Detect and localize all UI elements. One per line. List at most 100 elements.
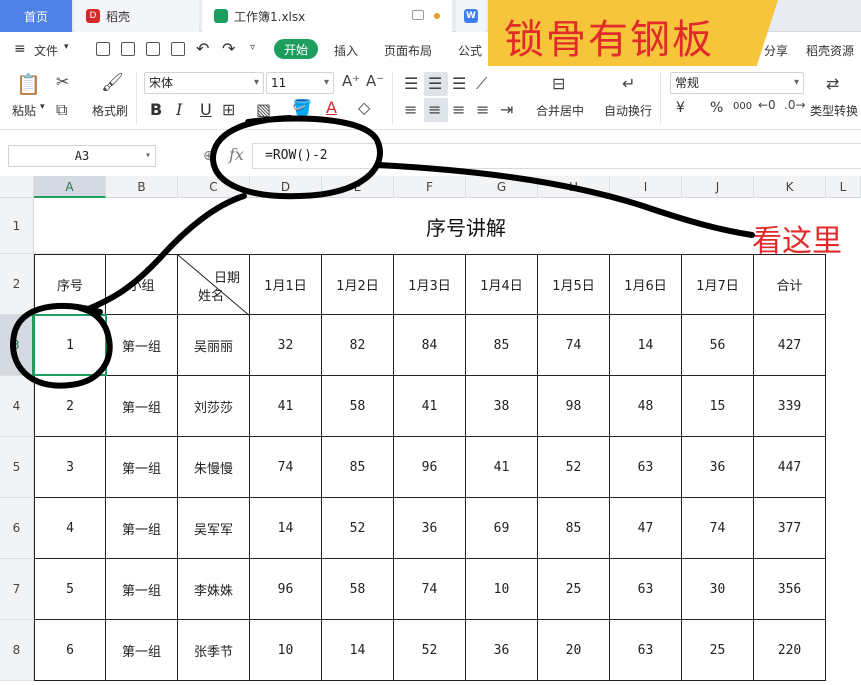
type-convert-icon[interactable]: ⇄ xyxy=(826,74,839,93)
formula-input[interactable]: =ROW()-2 xyxy=(252,143,861,169)
menu-formula[interactable]: 公式 xyxy=(458,42,482,59)
menu-share[interactable]: 分享 xyxy=(764,42,788,59)
col-header-i[interactable]: I xyxy=(610,176,682,198)
cell-seq[interactable]: 5 xyxy=(34,559,106,620)
wrap-text-button[interactable]: 自动换行 xyxy=(604,102,652,119)
paste-button[interactable]: 粘贴 xyxy=(12,102,36,119)
col-header-h[interactable]: H xyxy=(538,176,610,198)
format-painter-icon[interactable]: 🖌 xyxy=(101,72,124,93)
thousands-button[interactable]: 000 xyxy=(733,101,752,112)
menu-daoke-resources[interactable]: 稻壳资源 xyxy=(806,42,854,59)
cell-group[interactable]: 第一组 xyxy=(106,559,178,620)
underline-button[interactable]: U xyxy=(200,100,212,119)
align-left-icon[interactable]: ≡ xyxy=(404,100,417,119)
monitor-icon[interactable] xyxy=(412,10,424,20)
redo-icon[interactable]: ↷ xyxy=(222,39,235,58)
wrap-text-icon[interactable]: ↵ xyxy=(622,74,635,93)
paste-dropdown-icon[interactable]: ▾ xyxy=(40,102,45,112)
cell-group[interactable]: 第一组 xyxy=(106,498,178,559)
export-icon[interactable] xyxy=(121,42,135,56)
cell-name[interactable]: 吴丽丽 xyxy=(178,315,250,376)
cell-group[interactable]: 第一组 xyxy=(106,315,178,376)
chevron-down-icon[interactable]: ▾ xyxy=(64,42,69,52)
header-total[interactable]: 合计 xyxy=(754,254,826,315)
row-header-7[interactable]: 7 xyxy=(0,559,34,620)
select-all-corner[interactable] xyxy=(0,176,34,198)
header-group[interactable]: 小组 xyxy=(106,254,178,315)
align-middle-icon[interactable]: ☰ xyxy=(428,74,442,93)
col-header-b[interactable]: B xyxy=(106,176,178,198)
cell-seq[interactable]: 4 xyxy=(34,498,106,559)
row-header-5[interactable]: 5 xyxy=(0,437,34,498)
cell-total[interactable]: 427 xyxy=(754,315,826,376)
cell-value[interactable]: 10 xyxy=(250,620,322,681)
header-date[interactable]: 1月7日 xyxy=(682,254,754,315)
paste-icon[interactable]: 📋 xyxy=(16,72,41,96)
align-center-icon[interactable]: ≡ xyxy=(428,100,441,119)
col-header-f[interactable]: F xyxy=(394,176,466,198)
cell-value[interactable]: 63 xyxy=(610,559,682,620)
col-header-j[interactable]: J xyxy=(682,176,754,198)
col-header-c[interactable]: C xyxy=(178,176,250,198)
cell-value[interactable]: 52 xyxy=(538,437,610,498)
justify-icon[interactable]: ≡ xyxy=(476,100,489,119)
cell-value[interactable]: 63 xyxy=(610,437,682,498)
font-name-select[interactable]: 宋体 xyxy=(144,72,264,94)
col-header-k[interactable]: K xyxy=(754,176,826,198)
cell-value[interactable]: 48 xyxy=(610,376,682,437)
cell-value[interactable]: 96 xyxy=(250,559,322,620)
cell-total[interactable]: 220 xyxy=(754,620,826,681)
cell-name[interactable]: 张季节 xyxy=(178,620,250,681)
borders-icon[interactable]: ⊞ xyxy=(222,100,235,119)
increase-decimal-icon[interactable]: ←0 xyxy=(758,98,776,112)
cell-total[interactable]: 447 xyxy=(754,437,826,498)
merge-center-icon[interactable]: ⊟ xyxy=(552,74,565,93)
cell-name[interactable]: 吴军军 xyxy=(178,498,250,559)
number-format-select[interactable]: 常规 xyxy=(670,72,804,94)
row-header-6[interactable]: 6 xyxy=(0,498,34,559)
cell-value[interactable]: 85 xyxy=(466,315,538,376)
cell-value[interactable]: 41 xyxy=(250,376,322,437)
tab-writer[interactable]: W xyxy=(456,0,486,32)
menu-start[interactable]: 开始 xyxy=(274,39,318,59)
col-header-e[interactable]: E xyxy=(322,176,394,198)
font-size-select[interactable]: 11 xyxy=(266,72,334,94)
menu-insert[interactable]: 插入 xyxy=(334,42,358,59)
hamburger-icon[interactable]: ≡ xyxy=(14,41,26,57)
header-date[interactable]: 1月4日 xyxy=(466,254,538,315)
cell-value[interactable]: 58 xyxy=(322,559,394,620)
header-date[interactable]: 1月5日 xyxy=(538,254,610,315)
cell-value[interactable]: 36 xyxy=(394,498,466,559)
cell-total[interactable]: 377 xyxy=(754,498,826,559)
currency-button[interactable]: ¥ xyxy=(676,100,685,116)
cell-value[interactable]: 14 xyxy=(250,498,322,559)
cell-value[interactable]: 36 xyxy=(466,620,538,681)
cell-seq[interactable]: 6 xyxy=(34,620,106,681)
font-color-icon[interactable]: A xyxy=(326,98,337,117)
cell-value[interactable]: 25 xyxy=(682,620,754,681)
cell-value[interactable]: 84 xyxy=(394,315,466,376)
percent-button[interactable]: % xyxy=(710,100,723,116)
cell-value[interactable]: 74 xyxy=(538,315,610,376)
cell-value[interactable]: 20 xyxy=(538,620,610,681)
cell-value[interactable]: 63 xyxy=(610,620,682,681)
cell-style-icon[interactable]: ▧ xyxy=(256,100,271,119)
header-diagonal[interactable]: 日期 姓名 xyxy=(178,254,250,316)
cell-value[interactable]: 82 xyxy=(322,315,394,376)
header-date[interactable]: 1月1日 xyxy=(250,254,322,315)
cell-value[interactable]: 30 xyxy=(682,559,754,620)
fx-icon[interactable]: fx xyxy=(229,145,244,164)
row-header-1[interactable]: 1 xyxy=(0,198,34,254)
col-header-l[interactable]: L xyxy=(826,176,861,198)
copy-icon[interactable]: ⧉ xyxy=(56,100,67,120)
undo-icon[interactable]: ↶ xyxy=(196,39,209,58)
bold-button[interactable]: B xyxy=(150,100,162,119)
cell-value[interactable]: 41 xyxy=(394,376,466,437)
font-grow-icon[interactable]: A⁺ xyxy=(342,72,360,90)
cell-group[interactable]: 第一组 xyxy=(106,376,178,437)
cell-value[interactable]: 74 xyxy=(250,437,322,498)
cell-a1[interactable] xyxy=(34,198,106,254)
header-seq[interactable]: 序号 xyxy=(34,254,106,315)
type-convert-button[interactable]: 类型转换 xyxy=(810,102,858,119)
decrease-decimal-icon[interactable]: .0→ xyxy=(784,98,806,112)
